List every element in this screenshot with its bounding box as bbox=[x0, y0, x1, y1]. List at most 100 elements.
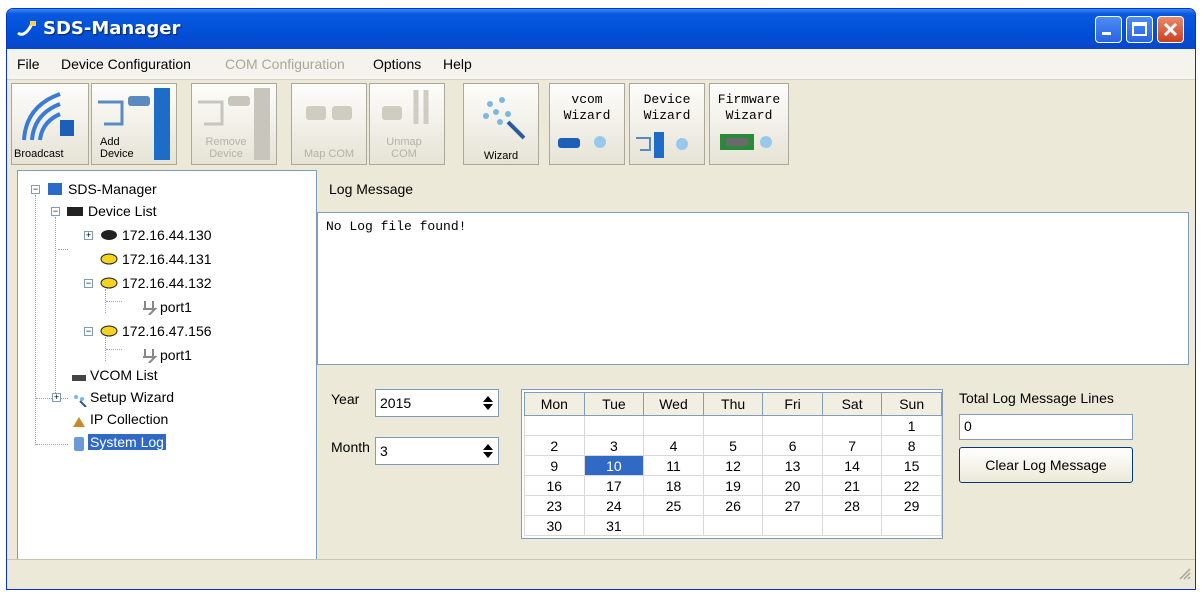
calendar-day-cell[interactable]: 12 bbox=[702, 455, 764, 476]
add-device-button[interactable]: Add Device bbox=[91, 83, 177, 165]
map-com-button[interactable]: Map COM bbox=[291, 83, 367, 165]
calendar-day-cell[interactable]: 17 bbox=[583, 475, 645, 496]
device-wizard-button[interactable]: Device Wizard bbox=[629, 83, 705, 165]
minimize-button[interactable] bbox=[1095, 16, 1122, 43]
log-message-label: Log Message bbox=[329, 181, 414, 197]
calendar-day-cell[interactable] bbox=[702, 515, 764, 536]
root-collapse-toggle[interactable]: − bbox=[31, 185, 40, 194]
calendar-day-cell[interactable] bbox=[821, 515, 883, 536]
app-icon bbox=[17, 21, 36, 36]
menu-bar: File Device Configuration COM Configurat… bbox=[7, 49, 1195, 80]
total-log-lines-field[interactable]: 0 bbox=[959, 414, 1133, 440]
tree-item-system-log[interactable]: System Log bbox=[88, 434, 166, 450]
calendar-day-cell[interactable] bbox=[643, 515, 704, 536]
log-message-area[interactable]: No Log file found! bbox=[317, 212, 1189, 365]
calendar-day-cell[interactable]: 1 bbox=[881, 415, 942, 436]
ip-collection-icon bbox=[73, 417, 85, 427]
device-132-collapse-toggle[interactable]: − bbox=[84, 279, 93, 288]
spin-arrows-icon[interactable] bbox=[482, 395, 494, 411]
vcom-wizard-label: vcom Wizard bbox=[563, 92, 611, 123]
title-bar[interactable]: SDS-Manager bbox=[7, 9, 1195, 49]
calendar-day-cell[interactable] bbox=[583, 415, 645, 436]
spin-arrows-icon[interactable] bbox=[482, 443, 494, 459]
menu-com-configuration[interactable]: COM Configuration bbox=[225, 56, 345, 72]
tree-item-port1[interactable]: port1 bbox=[160, 299, 192, 315]
calendar-day-cell[interactable]: 22 bbox=[881, 475, 942, 496]
resize-grip-icon[interactable] bbox=[1177, 566, 1191, 580]
calendar-day-cell[interactable]: 28 bbox=[821, 495, 883, 516]
calendar-day-cell[interactable] bbox=[524, 415, 585, 436]
close-button[interactable] bbox=[1157, 16, 1184, 43]
device-130-expand-toggle[interactable]: + bbox=[84, 231, 93, 240]
calendar-day-cell[interactable]: 3 bbox=[583, 435, 645, 456]
calendar-day-cell[interactable]: 27 bbox=[762, 495, 823, 516]
calendar-day-cell[interactable]: 11 bbox=[643, 455, 704, 476]
tree-item-ip-collection[interactable]: IP Collection bbox=[90, 411, 168, 427]
calendar-day-header: Sun bbox=[881, 392, 942, 416]
calendar-day-cell[interactable] bbox=[643, 415, 704, 436]
year-value: 2015 bbox=[380, 395, 412, 411]
wizard-button[interactable]: Wizard bbox=[463, 83, 539, 165]
remove-device-button[interactable]: Remove Device bbox=[191, 83, 277, 165]
clear-log-message-button[interactable]: Clear Log Message bbox=[959, 447, 1133, 483]
menu-file[interactable]: File bbox=[17, 56, 40, 72]
calendar-day-cell[interactable] bbox=[821, 415, 883, 436]
wizard-icon bbox=[483, 97, 526, 140]
calendar-day-cell[interactable] bbox=[762, 515, 823, 536]
calendar-day-cell[interactable]: 29 bbox=[881, 495, 942, 516]
vcom-wizard-button[interactable]: vcom Wizard bbox=[549, 83, 625, 165]
tree-item-sds-manager[interactable]: SDS-Manager bbox=[68, 181, 157, 197]
tree-item-device-131[interactable]: 172.16.44.131 bbox=[122, 251, 212, 267]
setup-wizard-expand-toggle[interactable]: + bbox=[52, 393, 61, 402]
tree-item-device-list[interactable]: Device List bbox=[88, 203, 156, 219]
broadcast-button[interactable]: Broadcast bbox=[11, 83, 89, 165]
tree-item-vcom-list[interactable]: VCOM List bbox=[90, 367, 158, 383]
calendar-day-cell[interactable]: 14 bbox=[821, 455, 883, 476]
calendar-day-cell[interactable]: 5 bbox=[702, 435, 764, 456]
calendar-day-cell[interactable]: 15 bbox=[881, 455, 942, 476]
port-icon bbox=[143, 349, 158, 363]
calendar-day-cell[interactable]: 9 bbox=[524, 455, 585, 476]
calendar-day-header: Fri bbox=[762, 392, 823, 416]
calendar-day-cell[interactable]: 4 bbox=[643, 435, 704, 456]
calendar-day-cell[interactable]: 23 bbox=[524, 495, 585, 516]
calendar-day-cell[interactable] bbox=[702, 415, 764, 436]
tree-item-device-130[interactable]: 172.16.44.130 bbox=[122, 227, 212, 243]
device-tree[interactable]: − SDS-Manager − Device List + 172.16.44.… bbox=[17, 170, 317, 565]
calendar-day-cell[interactable] bbox=[881, 515, 942, 536]
firmware-wizard-button[interactable]: Firmware Wizard bbox=[709, 83, 789, 165]
menu-help[interactable]: Help bbox=[443, 56, 472, 72]
device-wizard-label: Device Wizard bbox=[643, 92, 691, 123]
unmap-com-label: Unmap COM bbox=[386, 136, 422, 160]
menu-options[interactable]: Options bbox=[373, 56, 421, 72]
calendar-day-cell[interactable]: 31 bbox=[583, 515, 645, 536]
calendar-day-cell[interactable]: 21 bbox=[821, 475, 883, 496]
calendar-day-cell[interactable]: 8 bbox=[881, 435, 942, 456]
device-list-collapse-toggle[interactable]: − bbox=[51, 207, 60, 216]
calendar-day-cell[interactable]: 25 bbox=[643, 495, 704, 516]
tree-item-port1[interactable]: port1 bbox=[160, 347, 192, 363]
tree-item-setup-wizard[interactable]: Setup Wizard bbox=[90, 389, 174, 405]
maximize-button[interactable] bbox=[1126, 16, 1153, 43]
calendar-day-cell[interactable]: 6 bbox=[762, 435, 823, 456]
menu-device-configuration[interactable]: Device Configuration bbox=[61, 56, 191, 72]
calendar-day-cell[interactable]: 10 bbox=[583, 455, 645, 476]
calendar-day-cell[interactable]: 18 bbox=[643, 475, 704, 496]
calendar-day-cell[interactable]: 7 bbox=[821, 435, 883, 456]
calendar-day-cell[interactable] bbox=[762, 415, 823, 436]
calendar-day-cell[interactable]: 30 bbox=[524, 515, 585, 536]
month-spinner[interactable]: 3 bbox=[375, 437, 499, 465]
calendar[interactable]: Mon Tue Wed Thu Fri Sat Sun 1 2 3 4 5 6 7 8 9 10 1… bbox=[521, 389, 943, 539]
calendar-day-cell[interactable]: 26 bbox=[702, 495, 764, 516]
unmap-com-button[interactable]: Unmap COM bbox=[369, 83, 445, 165]
calendar-day-cell[interactable]: 2 bbox=[524, 435, 585, 456]
calendar-day-cell[interactable]: 16 bbox=[524, 475, 585, 496]
calendar-day-cell[interactable]: 19 bbox=[702, 475, 764, 496]
year-spinner[interactable]: 2015 bbox=[375, 389, 499, 417]
calendar-day-cell[interactable]: 20 bbox=[762, 475, 823, 496]
calendar-day-cell[interactable]: 24 bbox=[583, 495, 645, 516]
device-156-collapse-toggle[interactable]: − bbox=[84, 327, 93, 336]
calendar-day-cell[interactable]: 13 bbox=[762, 455, 823, 476]
tree-item-device-156[interactable]: 172.16.47.156 bbox=[122, 323, 212, 339]
tree-item-device-132[interactable]: 172.16.44.132 bbox=[122, 275, 212, 291]
